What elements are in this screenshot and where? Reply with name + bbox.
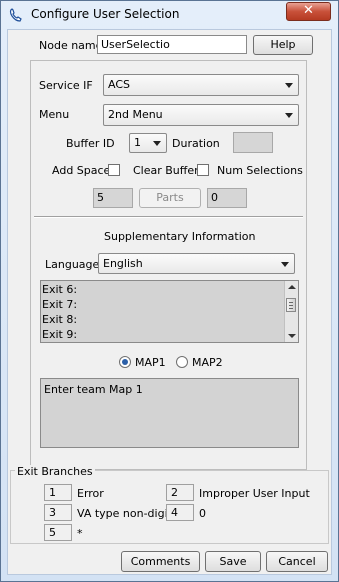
window-title: Configure User Selection xyxy=(31,7,180,21)
list-item[interactable]: Exit 7: xyxy=(42,298,77,312)
duration-input[interactable] xyxy=(233,132,273,153)
node-name-input[interactable]: UserSelectio xyxy=(97,35,247,54)
exit-number-box: 2 xyxy=(166,484,194,501)
dialog-window: Configure User Selection ✕ Node name Use… xyxy=(0,0,339,582)
list-item[interactable]: Exit 8: xyxy=(42,313,77,327)
exit-branch-label: VA type non-digit xyxy=(77,507,172,520)
config-panel: Service IF ACS Menu 2nd Menu Buffer ID 1… xyxy=(30,60,307,470)
scroll-up-icon[interactable] xyxy=(288,285,296,289)
clear-buffer-label: Clear Buffer xyxy=(133,164,199,177)
num-selections-label: Num Selections xyxy=(217,164,303,177)
phone-icon xyxy=(9,8,22,22)
exit-number-box: 4 xyxy=(166,504,194,521)
close-icon: ✕ xyxy=(303,3,314,18)
supplementary-title: Supplementary Information xyxy=(104,230,256,243)
exit-branch-label: Error xyxy=(77,487,104,500)
exit-branch-label: 0 xyxy=(199,507,206,520)
exit-number-box: 3 xyxy=(44,504,72,521)
grip-icon xyxy=(289,302,293,303)
map1-label: MAP1 xyxy=(135,356,166,369)
menu-value: 2nd Menu xyxy=(108,108,163,121)
menu-select[interactable]: 2nd Menu xyxy=(103,104,299,126)
service-if-select[interactable]: ACS xyxy=(103,74,299,96)
exit-number-box: 5 xyxy=(44,524,72,541)
chevron-down-icon xyxy=(153,141,161,146)
close-button[interactable]: ✕ xyxy=(286,2,331,21)
exit-branch-label: * xyxy=(77,527,83,540)
exit-branches-title: Exit Branches xyxy=(15,465,95,478)
map2-label: MAP2 xyxy=(192,356,223,369)
dialog-body: Node name UserSelectio Help Service IF A… xyxy=(7,29,332,575)
exit-branch-label: Improper User Input xyxy=(199,487,310,500)
parts-button[interactable]: Parts xyxy=(139,188,201,208)
parts-right-field[interactable]: 0 xyxy=(207,188,247,208)
list-item[interactable]: Exit 6: xyxy=(42,283,77,297)
clear-buffer-checkbox[interactable] xyxy=(197,164,209,176)
buffer-id-value: 1 xyxy=(134,136,141,149)
add-space-label: Add Space xyxy=(52,164,111,177)
buffer-id-label: Buffer ID xyxy=(66,137,115,150)
language-label: Language xyxy=(45,258,100,271)
help-button[interactable]: Help xyxy=(253,35,313,55)
save-button[interactable]: Save xyxy=(205,551,261,572)
exit-number-box: 1 xyxy=(44,484,72,501)
language-select[interactable]: English xyxy=(98,253,295,274)
add-space-checkbox[interactable] xyxy=(108,164,120,176)
grip-icon xyxy=(289,308,293,309)
map1-radio[interactable] xyxy=(119,356,131,368)
cancel-button[interactable]: Cancel xyxy=(266,551,328,572)
grip-icon xyxy=(289,305,293,306)
divider xyxy=(34,216,303,218)
scroll-thumb[interactable] xyxy=(286,298,296,312)
chevron-down-icon xyxy=(285,83,293,88)
chevron-down-icon xyxy=(281,261,289,267)
buffer-id-select[interactable]: 1 xyxy=(129,133,167,153)
service-if-label: Service IF xyxy=(39,79,93,92)
list-item[interactable]: Exit 9: xyxy=(42,328,77,342)
title-bar[interactable]: Configure User Selection ✕ xyxy=(1,1,338,29)
language-value: English xyxy=(103,257,143,270)
exit-list[interactable]: Exit 6: Exit 7: Exit 8: Exit 9: xyxy=(40,280,299,343)
map2-radio[interactable] xyxy=(176,356,188,368)
comments-button[interactable]: Comments xyxy=(121,551,200,572)
node-name-label: Node name xyxy=(39,39,103,52)
duration-label: Duration xyxy=(172,137,220,150)
exit-list-scrollbar[interactable] xyxy=(284,281,298,342)
parts-left-field[interactable]: 5 xyxy=(93,188,133,208)
scroll-down-icon[interactable] xyxy=(288,334,296,338)
chevron-down-icon xyxy=(285,113,293,118)
service-if-value: ACS xyxy=(108,78,130,91)
map-text-area[interactable]: Enter team Map 1 xyxy=(40,378,299,448)
menu-label: Menu xyxy=(39,108,70,121)
